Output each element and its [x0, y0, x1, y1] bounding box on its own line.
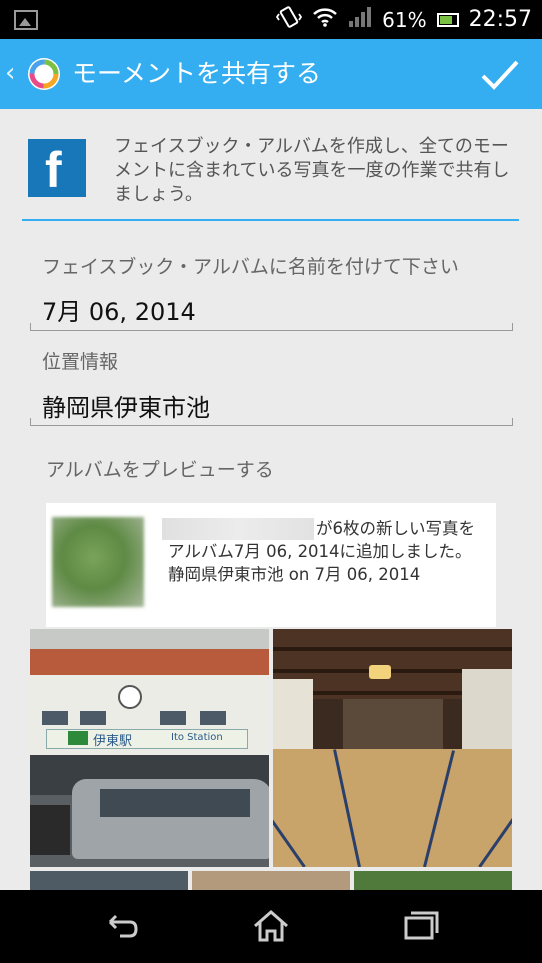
album-name-input[interactable]: 7月 06, 2014 [42, 292, 196, 327]
tatami-hall-photo [273, 629, 512, 867]
station-photo: 伊東駅 Ito Station [30, 629, 269, 867]
preview-label: アルバムをプレビューする [46, 459, 274, 481]
home-button-icon[interactable] [251, 908, 291, 944]
facebook-description: フェイスブック・アルバムを作成し、全てのモーメントに含まれている写真を一度の作業… [114, 136, 510, 205]
navigation-bar [0, 890, 542, 963]
location-label: 位置情報 [42, 351, 119, 373]
back-button-icon[interactable] [102, 908, 142, 944]
image-notification-icon [14, 10, 38, 30]
signal-icon [348, 6, 372, 33]
recent-apps-button-icon[interactable] [401, 908, 441, 944]
photo-5 [354, 871, 512, 890]
facebook-info-row: f フェイスブック・アルバムを作成し、全てのモーメントに含まれている写真を一度の… [22, 129, 519, 221]
battery-percent: 61% [382, 7, 427, 32]
back-chevron-icon[interactable]: ‹ [5, 60, 15, 86]
profile-thumbnail [52, 517, 144, 607]
battery-icon [436, 12, 459, 27]
app-logo-icon[interactable] [26, 56, 62, 92]
preview-post-text: が6枚の新しい写真をアルバム7月 06, 2014に追加しました。静岡県伊東市池… [168, 519, 475, 584]
wifi-icon [312, 6, 338, 33]
photo-3 [30, 871, 188, 890]
facebook-icon: f [28, 139, 86, 198]
clock-time: 22:57 [468, 7, 532, 32]
album-name-underline [30, 323, 513, 331]
status-icons: 61% 22:57 [276, 0, 532, 39]
album-name-label: フェイスブック・アルバムに名前を付けて下さい [42, 256, 459, 278]
status-bar: 61% 22:57 [0, 0, 542, 39]
page-title: モーメントを共有する [72, 59, 322, 88]
location-underline [30, 418, 513, 426]
action-bar: ‹ モーメントを共有する [0, 39, 542, 109]
confirm-check-icon[interactable] [480, 59, 520, 91]
share-form: f フェイスブック・アルバムを作成し、全てのモーメントに含まれている写真を一度の… [0, 109, 542, 890]
vibrate-icon [276, 6, 303, 33]
photo-4 [192, 871, 350, 890]
preview-card: が6枚の新しい写真をアルバム7月 06, 2014に追加しました。静岡県伊東市池… [46, 503, 496, 627]
